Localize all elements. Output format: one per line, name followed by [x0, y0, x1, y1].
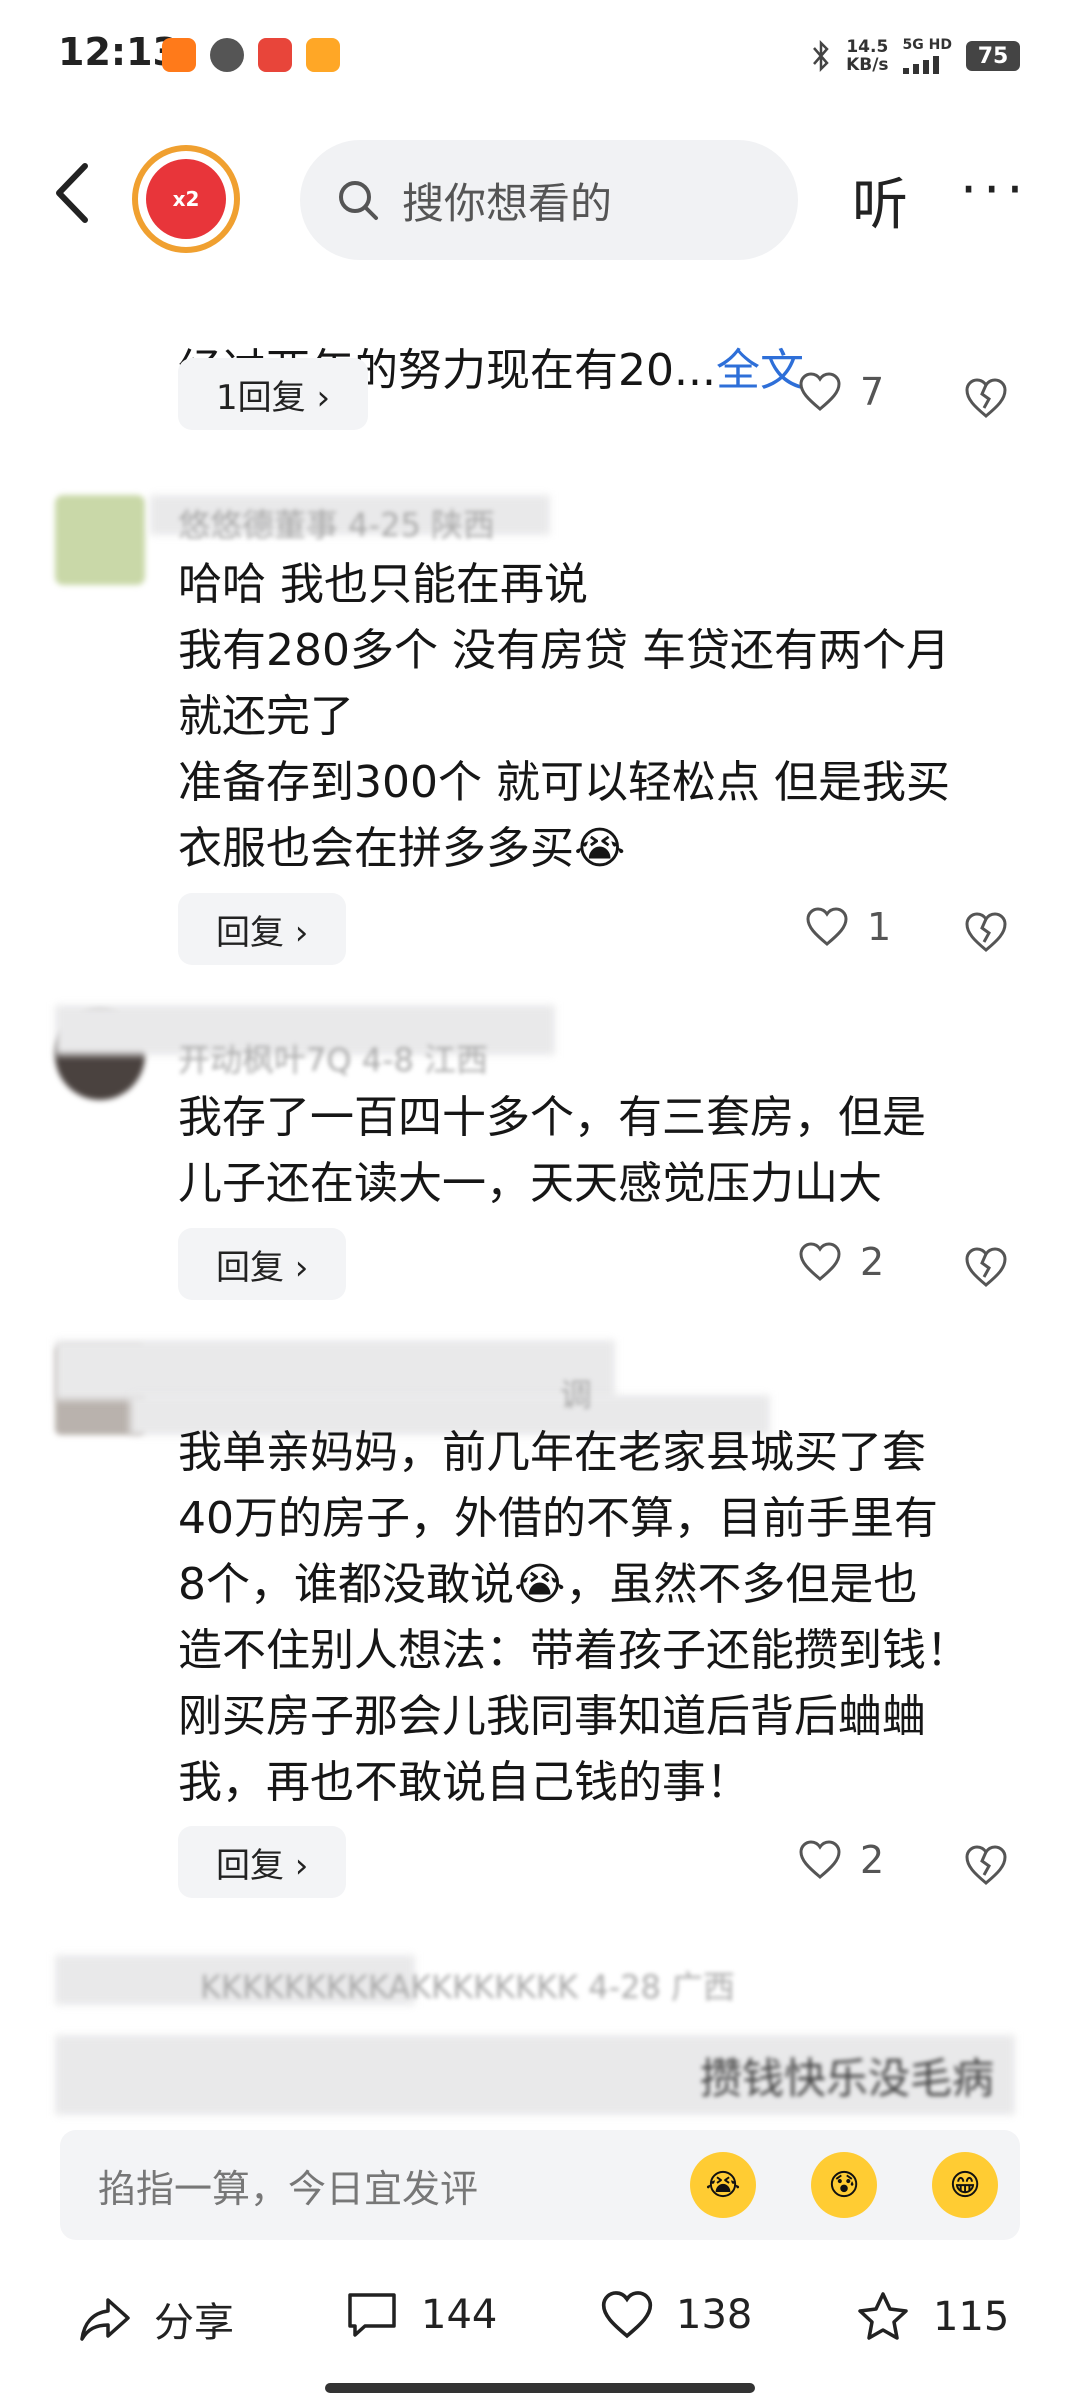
top-nav: x2 搜你想看的 听 ··· [0, 130, 1080, 260]
like-count: 1 [867, 905, 892, 949]
bottom-action-bar: 分享 144 138 115 [0, 2280, 1080, 2380]
like-post-button[interactable]: 138 [600, 2290, 752, 2340]
comment-icon [348, 2293, 396, 2337]
dislike-icon[interactable] [962, 374, 1010, 422]
avatar-badge: x2 [146, 159, 226, 239]
like-count: 2 [860, 1240, 885, 1284]
home-indicator[interactable] [325, 2383, 755, 2393]
like-count: 2 [860, 1838, 885, 1882]
comment-text: 哈哈 我也只能在再说 我有280多个 没有房贷 车贷还有两个月 就还完了 准备存… [178, 559, 950, 874]
full-text-link[interactable]: 全文 [716, 345, 804, 396]
like-button[interactable]: 2 [798, 1240, 884, 1284]
net-speed: 14.5 KB/s [846, 37, 889, 75]
reply-button[interactable]: 回复 › [178, 1228, 347, 1300]
avatar[interactable] [55, 495, 145, 585]
favorites-count: 115 [933, 2294, 1010, 2340]
like-button[interactable]: 7 [798, 370, 884, 414]
red-packet-avatar[interactable]: x2 [132, 145, 240, 253]
input-placeholder: 掐指一算，今日宜发评 [98, 2166, 479, 2211]
dislike-icon[interactable] [962, 908, 1010, 956]
laugh-cry-emoji[interactable]: 😭 [690, 2152, 756, 2218]
network-badge: 5G HD [902, 37, 952, 53]
heart-icon [806, 907, 848, 946]
heart-icon [601, 2291, 653, 2339]
comments-button[interactable]: 144 [345, 2290, 497, 2340]
comment-meta: KKKKKKKKKAKKKKKKKK 4-28 广西 [200, 1968, 736, 2006]
comment-meta: 调 [560, 1376, 593, 1414]
bluetooth-icon [813, 39, 829, 73]
video-app-icon [306, 38, 340, 72]
bank-icon [258, 38, 292, 72]
taobao-icon [162, 38, 196, 72]
listen-button[interactable]: 听 [852, 160, 908, 241]
likes-count: 138 [676, 2292, 753, 2338]
pinwheel-icon [210, 38, 244, 72]
comment-meta: 开动枫叶7Q 4-8 江西 [178, 1041, 489, 1079]
reply-button[interactable]: 1回复 › [178, 358, 369, 430]
star-icon [858, 2292, 908, 2340]
comment-text: 攒钱快乐没毛病 [700, 2054, 995, 2103]
grin-emoji[interactable]: 😁 [932, 2152, 998, 2218]
heart-icon [799, 372, 841, 411]
status-bar: 12:13 14.5 KB/s 5G HD 75 [0, 0, 1080, 110]
comment-text: 我单亲妈妈，前几年在老家县城买了套 40万的房子，外借的不算，目前手里有 8个，… [178, 1427, 970, 1808]
heart-icon [799, 1242, 841, 1281]
share-label: 分享 [154, 2300, 234, 2346]
battery-indicator: 75 [966, 41, 1020, 71]
censor-blur [55, 1340, 615, 1400]
status-time: 12:13 [58, 30, 179, 74]
signal-icon [902, 56, 939, 74]
share-icon [80, 2298, 130, 2341]
heart-icon [799, 1840, 841, 1879]
dislike-icon[interactable] [962, 1841, 1010, 1889]
more-button[interactable]: ··· [960, 158, 1030, 221]
back-icon[interactable] [45, 158, 105, 228]
like-button[interactable]: 2 [798, 1838, 884, 1882]
status-indicators: 14.5 KB/s 5G HD 75 [810, 34, 1020, 78]
share-button[interactable]: 分享 [78, 2290, 234, 2348]
comment-meta: 悠悠德董事 4-25 陕西 [178, 506, 495, 544]
dislike-icon[interactable] [962, 1243, 1010, 1291]
comment-text: 我存了一百四十多个，有三套房，但是 儿子还在读大一，天天感觉压力山大 [178, 1092, 926, 1209]
reply-button[interactable]: 回复 › [178, 893, 347, 965]
comments-count: 144 [421, 2292, 498, 2338]
like-count: 7 [860, 370, 885, 414]
search-icon [339, 181, 378, 220]
like-button[interactable]: 1 [805, 905, 891, 949]
search-placeholder: 搜你想看的 [402, 178, 613, 228]
signal-group: 5G HD [902, 37, 952, 74]
search-bar[interactable]: 搜你想看的 [300, 140, 798, 260]
favorite-button[interactable]: 115 [855, 2290, 1009, 2344]
reply-button[interactable]: 回复 › [178, 1826, 347, 1898]
crying-emoji[interactable]: 😰 [811, 2152, 877, 2218]
